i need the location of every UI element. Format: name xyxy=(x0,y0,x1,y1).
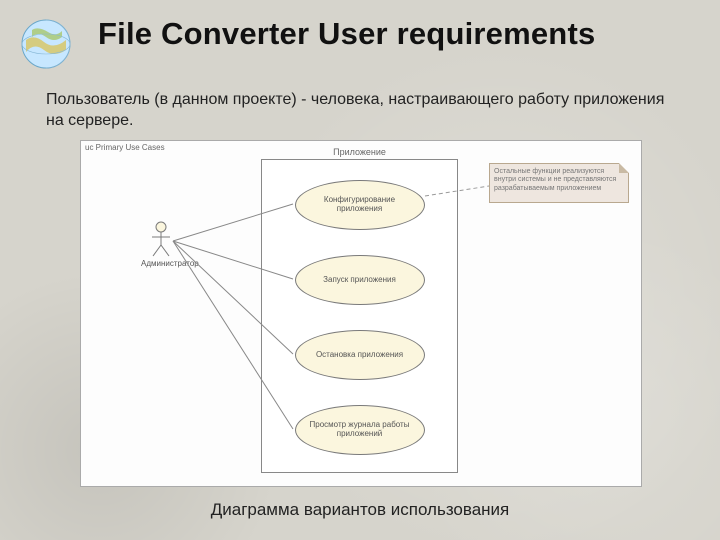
diagram-note: Остальные функции реализуются внутри сис… xyxy=(489,163,629,203)
usecase-3: Остановка приложения xyxy=(295,330,425,380)
diagram-header: uc Primary Use Cases xyxy=(85,143,165,152)
title: File Converter User requirements xyxy=(98,16,595,52)
globe-icon xyxy=(20,18,72,70)
usecase-4: Просмотр журнала работы приложений xyxy=(295,405,425,455)
slide: File Converter User requirements Пользов… xyxy=(0,0,720,540)
diagram-note-text: Остальные функции реализуются внутри сис… xyxy=(494,168,616,192)
use-case-diagram: uc Primary Use Cases Администратор Прило… xyxy=(80,140,642,487)
subtitle: Пользователь (в данном проекте) - челове… xyxy=(46,90,666,132)
caption: Диаграмма вариантов использования xyxy=(211,500,510,520)
actor: Администратор xyxy=(141,221,181,268)
system-label: Приложение xyxy=(333,147,386,157)
actor-label: Администратор xyxy=(141,259,181,268)
usecase-2: Запуск приложения xyxy=(295,255,425,305)
note-fold-icon xyxy=(619,163,629,173)
system-boundary: Приложение Конфигурирование приложения З… xyxy=(261,159,458,473)
usecase-1: Конфигурирование приложения xyxy=(295,180,425,230)
